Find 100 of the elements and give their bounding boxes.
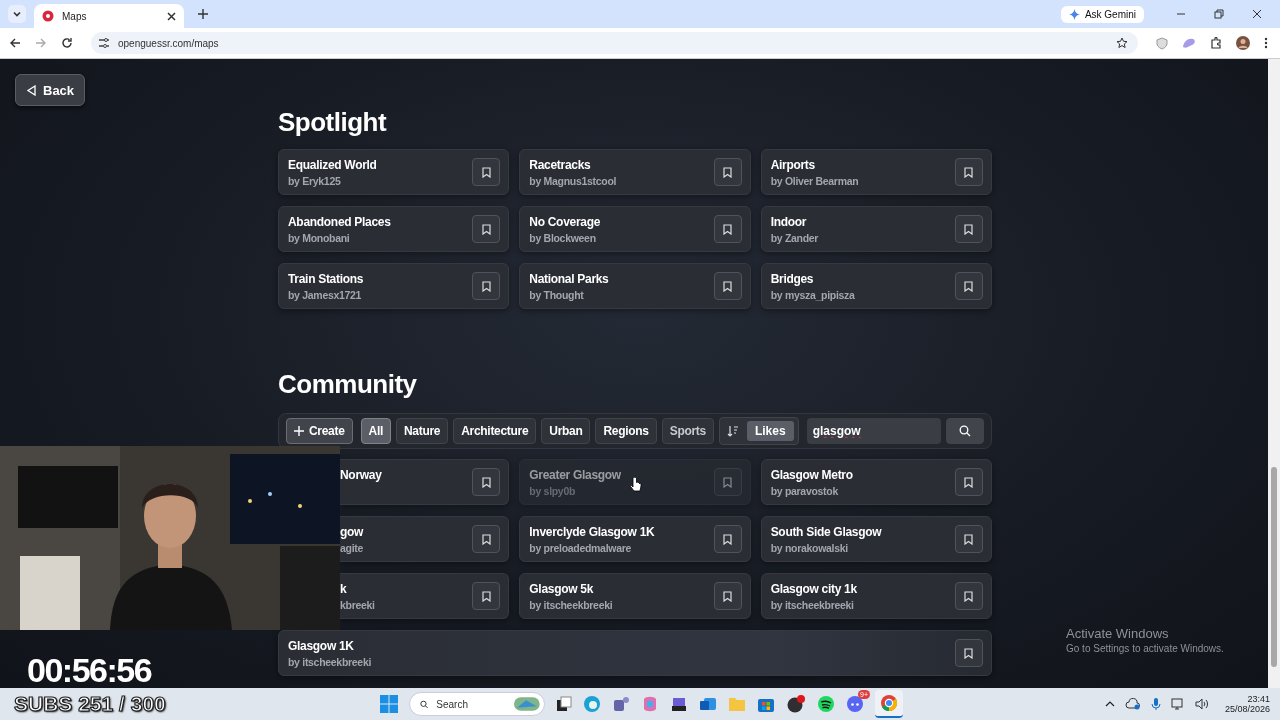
- site-settings-icon[interactable]: [98, 37, 110, 49]
- bookmark-button[interactable]: [472, 468, 501, 496]
- speaker-icon[interactable]: [1194, 698, 1209, 710]
- bookmark-button[interactable]: [955, 639, 983, 667]
- search-icon: [420, 698, 429, 710]
- bookmark-button[interactable]: [472, 272, 501, 300]
- browser-tab[interactable]: Maps: [34, 4, 184, 28]
- map-title: Glasgow 1K: [288, 638, 354, 653]
- discord-icon[interactable]: [846, 695, 864, 713]
- taskbar-search-bar[interactable]: Search: [409, 692, 545, 716]
- close-icon[interactable]: [1252, 9, 1262, 19]
- star-icon[interactable]: [1116, 37, 1128, 49]
- reload-icon[interactable]: [61, 37, 73, 49]
- map-card[interactable]: Glasgow city 1k by itscheekbreeki: [760, 573, 992, 619]
- sort-control[interactable]: Likes: [718, 417, 799, 445]
- bookmark-button[interactable]: [713, 582, 742, 610]
- shield-icon[interactable]: [1156, 36, 1168, 50]
- sort-option[interactable]: Likes: [746, 421, 794, 441]
- task-view-icon[interactable]: [556, 696, 572, 712]
- bookmark-button[interactable]: [472, 582, 501, 610]
- map-title: No Coverage: [529, 214, 601, 229]
- map-card[interactable]: Norway: [340, 459, 510, 505]
- map-card[interactable]: National Parks by Thought: [519, 263, 751, 309]
- edge-browser-icon[interactable]: [583, 695, 601, 713]
- bookmark-icon: [723, 223, 733, 235]
- map-card[interactable]: Abandoned Places by Monobani: [278, 206, 510, 252]
- map-author: by Jamesx1721: [288, 288, 362, 301]
- map-card[interactable]: Airports by Oliver Bearman: [760, 149, 992, 195]
- filter-tab[interactable]: All: [360, 418, 391, 444]
- bookmark-icon: [964, 590, 974, 602]
- bookmark-button[interactable]: [955, 525, 983, 553]
- triangle-left-icon: [26, 84, 37, 96]
- map-card[interactable]: No Coverage by Blockween: [519, 206, 751, 252]
- profile-avatar-icon[interactable]: [1236, 36, 1250, 50]
- bookmark-button[interactable]: [713, 525, 742, 553]
- map-author: by preloadedmalware: [529, 541, 631, 554]
- new-tab-icon[interactable]: [198, 9, 208, 19]
- bookmark-button[interactable]: [713, 468, 742, 496]
- chrome-taskbar-button[interactable]: [875, 690, 903, 718]
- bookmark-button[interactable]: [955, 582, 983, 610]
- map-title: Train Stations: [288, 271, 364, 286]
- restore-icon[interactable]: [1214, 9, 1224, 19]
- address-bar[interactable]: openguessr.com/maps: [91, 32, 1138, 54]
- map-author: by norakowalski: [770, 541, 848, 554]
- bookmark-button[interactable]: [955, 272, 983, 300]
- tab-list-button[interactable]: [8, 5, 26, 23]
- bookmark-button[interactable]: [472, 158, 501, 186]
- map-card[interactable]: k kbreeki: [340, 573, 510, 619]
- bookmark-button[interactable]: [472, 525, 501, 553]
- bookmark-icon: [964, 166, 974, 178]
- map-title: k: [340, 581, 347, 596]
- map-card[interactable]: Equalized World by Eryk125: [278, 149, 510, 195]
- map-card[interactable]: Glasgow Metro by paravostok: [760, 459, 992, 505]
- map-card[interactable]: gow agite: [340, 516, 510, 562]
- bookmark-icon: [723, 533, 733, 545]
- create-button[interactable]: Create: [286, 418, 353, 444]
- map-card[interactable]: South Side Glasgow by norakowalski: [760, 516, 992, 562]
- map-card[interactable]: Inverclyde Glasgow 1K by preloadedmalware: [519, 516, 751, 562]
- back-button[interactable]: Back: [15, 74, 86, 106]
- map-author: by Blockween: [529, 231, 596, 244]
- bookmark-button[interactable]: [713, 215, 742, 243]
- map-author: agite: [340, 541, 363, 554]
- bookmark-button[interactable]: [472, 215, 501, 243]
- map-card[interactable]: Racetracks by Magnus1stcool: [519, 149, 751, 195]
- filter-tab[interactable]: Urban: [541, 418, 591, 444]
- close-icon[interactable]: [167, 11, 176, 21]
- spotify-icon[interactable]: [817, 695, 835, 713]
- query-field[interactable]: glasgow: [806, 418, 941, 444]
- map-card[interactable]: Glasgow 5k by itscheekbreeki: [519, 573, 751, 619]
- map-title: Indoor: [770, 214, 807, 229]
- map-card[interactable]: Train Stations by Jamesx1721: [278, 263, 510, 309]
- puzzle-icon[interactable]: [1210, 37, 1222, 49]
- taskbar-search-field[interactable]: Search: [434, 697, 509, 711]
- search-button[interactable]: [946, 418, 984, 444]
- filter-tab[interactable]: Sports: [661, 418, 714, 444]
- filter-tab[interactable]: Nature: [396, 418, 449, 444]
- plus-icon: [294, 426, 304, 436]
- map-card[interactable]: Bridges by mysza_pipisza: [760, 263, 992, 309]
- chevron-up-icon[interactable]: [1104, 700, 1115, 708]
- bookmark-button[interactable]: [955, 468, 983, 496]
- bookmark-button[interactable]: [713, 158, 742, 186]
- map-author: by itscheekbreeki: [529, 598, 613, 611]
- filter-tab[interactable]: Architecture: [453, 418, 537, 444]
- sort-icon[interactable]: [726, 425, 739, 437]
- map-title: Bridges: [770, 271, 814, 286]
- clock-date: 25/08/2026: [1224, 704, 1270, 714]
- filter-tab[interactable]: Regions: [595, 418, 657, 444]
- bookmark-button[interactable]: [713, 272, 742, 300]
- map-card[interactable]: Indoor by Zander: [760, 206, 992, 252]
- scrollbar[interactable]: [1268, 59, 1280, 688]
- back-arrow-icon[interactable]: [9, 37, 21, 49]
- cloud-icon[interactable]: [1124, 698, 1141, 710]
- map-card[interactable]: Greater Glasgow by slpy0b: [519, 459, 751, 505]
- map-card[interactable]: Glasgow 1K by itscheekbreeki: [278, 630, 992, 676]
- bookmark-button[interactable]: [955, 158, 983, 186]
- microphone-icon[interactable]: [1150, 697, 1161, 711]
- ask-gemini-button[interactable]: Ask Gemini: [1060, 5, 1144, 23]
- bookmark-button[interactable]: [955, 215, 983, 243]
- mail-icon[interactable]: [699, 695, 717, 713]
- menu-icon[interactable]: [1264, 37, 1268, 49]
